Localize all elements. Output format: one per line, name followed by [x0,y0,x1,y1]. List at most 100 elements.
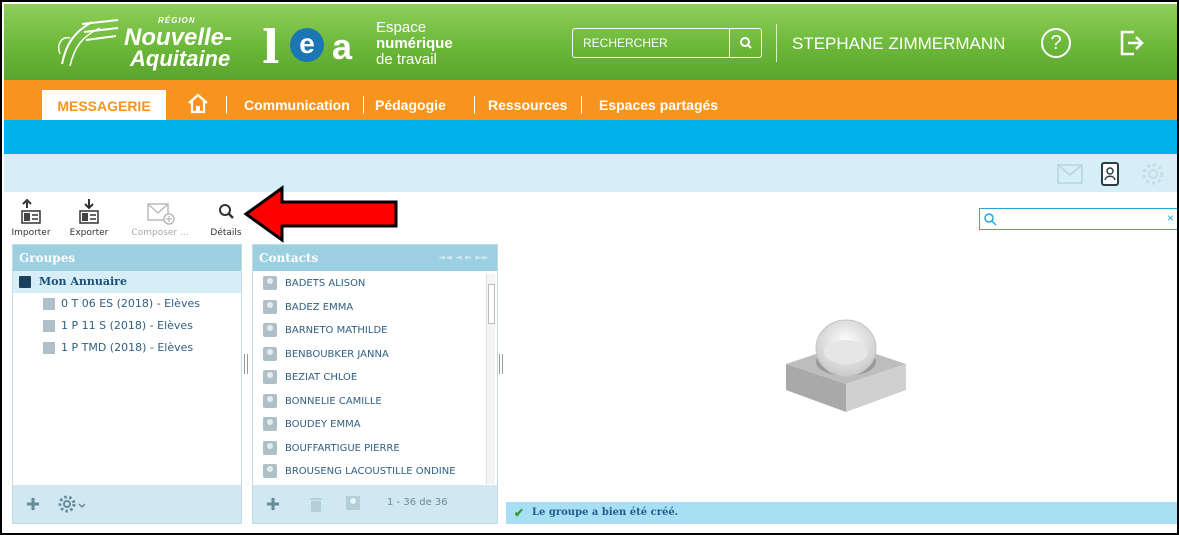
nav-link-espaces-partages[interactable]: Espaces partagés [599,97,718,113]
nav-separator [581,96,582,114]
group-item-label: 1 P 11 S (2018) - Elèves [61,319,193,332]
filter-input[interactable] [1000,210,1160,228]
contact-item[interactable]: BONNELIE CAMILLE [253,390,485,414]
lea-logo-l: l [262,20,280,74]
group-root-label: Mon Annuaire [39,275,127,288]
contact-icon [263,417,277,431]
import-label: Importer [11,228,51,238]
tagline-line2: numérique [376,35,453,52]
contacts-scrollbar[interactable] [486,274,495,484]
add-contact-icon[interactable] [265,496,281,512]
compose-label: Composer ... [131,228,189,238]
contact-item[interactable]: BROUSENG LACOUSTILLE ONDINE [253,460,485,484]
contact-item[interactable]: BARNETO MATHILDE [253,319,485,343]
region-logo[interactable]: RÉGION Nouvelle- Aquitaine [52,14,252,72]
nav-home-button[interactable] [186,92,210,114]
address-book-icon[interactable] [1099,162,1121,186]
move-contact-icon[interactable] [345,494,365,512]
group-item[interactable]: 0 T 06 ES (2018) - Elèves [13,293,241,315]
search-input[interactable] [573,29,729,57]
help-button[interactable]: ? [1041,28,1071,58]
empty-box-icon [786,319,906,412]
contacts-title: Contacts [259,251,319,265]
contact-icon [263,323,277,337]
export-icon [79,199,99,224]
pager-arrows-icon[interactable]: ◄◄ ◄ ► ►► [438,245,489,271]
export-button[interactable]: Exporter [64,198,114,240]
import-button[interactable]: Importer [8,198,54,240]
contact-name: BARNETO MATHILDE [285,325,388,336]
import-icon [21,198,41,224]
logout-icon [1120,30,1144,56]
contact-item[interactable]: BOUDEY EMMA [253,413,485,437]
contact-icon [263,276,277,290]
group-item[interactable]: 1 P 11 S (2018) - Elèves [13,315,241,337]
contacts-panel-footer: 1 - 36 de 36 [253,485,497,523]
home-icon [188,93,208,114]
panel-splitter[interactable] [499,354,503,374]
nav-link-communication[interactable]: Communication [244,97,350,113]
module-tabs-bar [4,154,1177,192]
annotation-arrow [243,185,398,243]
nav-separator [226,96,227,114]
group-root-my-directory[interactable]: Mon Annuaire [13,271,241,293]
global-search [572,28,762,58]
contact-item[interactable]: BADEZ EMMA [253,296,485,320]
nav-separator [474,96,475,114]
contact-item[interactable]: BEZIAT CHLOE [253,366,485,390]
logout-button[interactable] [1118,28,1146,58]
lea-logo[interactable]: l e a [256,18,376,74]
contact-name: BROUSENG LACOUSTILLE ONDINE [285,466,456,477]
contact-item[interactable]: BADETS ALISON [253,272,485,296]
app-window: RÉGION Nouvelle- Aquitaine l e a Espace … [0,0,1179,535]
contact-icon [263,370,277,384]
pagination-info: 1 - 36 de 36 [387,497,448,508]
clear-icon[interactable]: × [1167,211,1174,225]
contacts-panel-title: Contacts ◄◄ ◄ ► ►► [253,245,497,271]
contact-name: BENBOUBKER JANNA [285,348,389,360]
sub-banner [4,120,1177,154]
group-item-label: 0 T 06 ES (2018) - Elèves [61,297,200,310]
nav-link-pedagogie[interactable]: Pédagogie [375,97,446,113]
group-item[interactable]: 1 P TMD (2018) - Elèves [13,337,241,359]
compose-mail-icon [147,203,175,225]
gear-icon[interactable] [1141,162,1165,186]
check-icon: ✔ [514,506,525,520]
user-name[interactable]: STEPHANE ZIMMERMANN [792,34,1005,54]
region-name-line2: Aquitaine [130,46,231,71]
main-navigation: MESSAGERIE Communication Pédagogie Resso… [4,80,1177,120]
top-header: RÉGION Nouvelle- Aquitaine l e a Espace … [4,4,1177,80]
trash-icon[interactable] [309,495,323,513]
nav-link-ressources[interactable]: Ressources [488,97,567,113]
group-item-label: 1 P TMD (2018) - Elèves [61,341,194,354]
panel-splitter[interactable] [244,354,248,374]
gear-menu-icon[interactable] [57,494,89,514]
contact-name: BOUFFARTIGUE PIERRE [285,442,400,454]
nav-tab-messagerie[interactable]: MESSAGERIE [42,90,166,120]
mail-icon[interactable] [1057,164,1083,184]
search-icon [739,37,752,49]
header-divider [776,24,777,62]
contact-name: BEZIAT CHLOE [285,372,358,383]
contacts-panel: Contacts ◄◄ ◄ ► ►► BADETS ALISON BADEZ E… [252,244,498,524]
contact-name: BADEZ EMMA [285,301,354,313]
contact-item[interactable]: BENBOUBKER JANNA [253,343,485,367]
group-icon [43,320,55,332]
contact-item[interactable]: BOUFFARTIGUE PIERRE [253,437,485,461]
groups-panel-title: Groupes [13,245,241,271]
nav-separator [363,96,364,114]
magnifier-icon [219,204,234,219]
search-button[interactable] [729,29,761,57]
tagline-line1: Espace [376,19,427,36]
details-button[interactable]: Détails [206,198,246,240]
contact-icon [263,299,277,314]
contact-name: BONNELIE CAMILLE [285,395,382,407]
contact-name: BOUDEY EMMA [285,419,361,430]
status-message-bar: ✔ Le groupe a bien été créé. [506,502,1177,524]
scrollbar-thumb[interactable] [488,284,495,324]
contacts-list: BADETS ALISON BADEZ EMMA BARNETO MATHILD… [253,272,485,486]
add-group-icon[interactable] [25,496,41,512]
compose-button[interactable]: Composer ... [128,198,192,240]
details-label: Détails [210,228,242,238]
contact-icon [263,464,277,478]
